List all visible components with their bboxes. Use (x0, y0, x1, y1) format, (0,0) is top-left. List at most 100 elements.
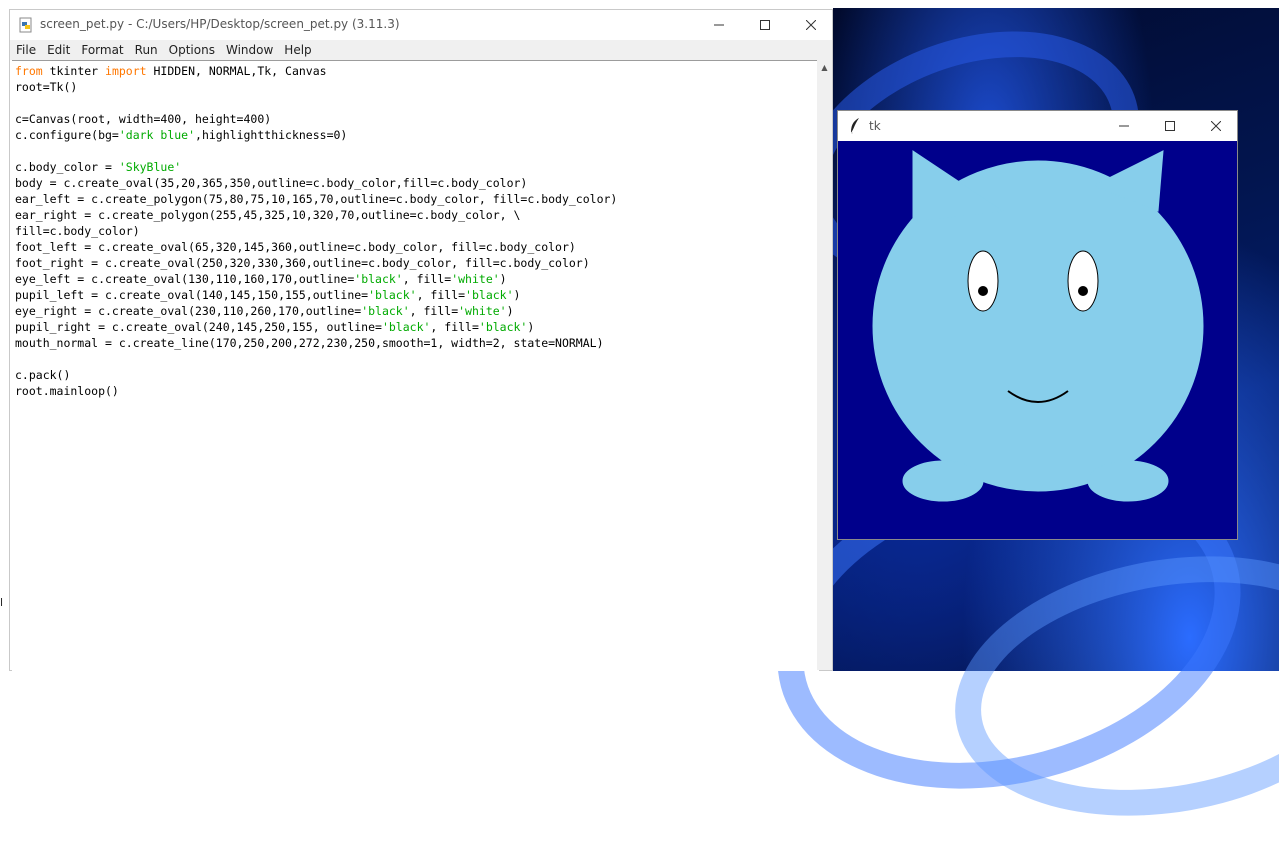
pet-foot-left (902, 460, 984, 502)
code-line: c.body_color = 'SkyBlue' (15, 159, 617, 175)
code-line: eye_right = c.create_oval(230,110,260,17… (15, 303, 617, 319)
code-keyword: from (15, 64, 43, 78)
menu-run[interactable]: Run (130, 43, 163, 57)
tk-titlebar[interactable]: tk (838, 111, 1237, 141)
maximize-icon (760, 20, 770, 30)
tk-maximize-button[interactable] (1147, 111, 1193, 141)
editor-menubar: File Edit Format Run Options Window Help (10, 40, 832, 60)
code-line: fill=c.body_color) (15, 223, 617, 239)
pet-pupil-left (978, 286, 988, 296)
left-edge-text: l (0, 596, 4, 609)
code-token: eye_left = c.create_oval(130,110,160,170… (15, 272, 355, 286)
code-line: c.configure(bg='dark blue',highlightthic… (15, 127, 617, 143)
menu-format[interactable]: Format (76, 43, 128, 57)
menu-options[interactable]: Options (164, 43, 220, 57)
code-token: , fill= (409, 304, 459, 318)
code-token: foot_left = c.create_oval(65,320,145,360… (15, 240, 576, 254)
code-token: ear_left = c.create_polygon(75,80,75,10,… (15, 192, 618, 206)
code-string: 'black' (354, 272, 403, 286)
close-icon (806, 20, 816, 30)
tk-window: tk (837, 110, 1238, 540)
code-token: body = c.create_oval(35,20,365,350,outli… (15, 176, 528, 190)
python-file-icon (19, 17, 32, 33)
code-line: c.pack() (15, 367, 617, 383)
code-line: body = c.create_oval(35,20,365,350,outli… (15, 175, 617, 191)
code-token: ) (527, 320, 535, 334)
editor-titlebar[interactable]: screen_pet.py - C:/Users/HP/Desktop/scre… (10, 10, 832, 40)
code-token: HIDDEN, NORMAL,Tk, Canvas (146, 64, 327, 78)
code-string: 'dark blue' (118, 128, 196, 142)
code-line: eye_left = c.create_oval(130,110,160,170… (15, 271, 617, 287)
code-line: pupil_left = c.create_oval(140,145,150,1… (15, 287, 617, 303)
code-string: 'black' (381, 320, 431, 334)
pet-pupil-right (1078, 286, 1088, 296)
vertical-scrollbar[interactable]: ▲ (817, 60, 832, 670)
code-token: c.pack() (15, 368, 71, 382)
code-editor[interactable]: from tkinter import HIDDEN, NORMAL,Tk, C… (12, 60, 819, 671)
code-token: c.body_color = (15, 160, 119, 174)
code-token: tkinter (42, 64, 106, 78)
code-string: 'black' (368, 288, 417, 302)
code-token: ) (513, 288, 521, 302)
code-string: 'black' (465, 288, 514, 302)
code-token: fill=c.body_color) (15, 224, 140, 238)
editor-window-title: screen_pet.py - C:/Users/HP/Desktop/scre… (40, 17, 400, 31)
code-line: ear_right = c.create_polygon(255,45,325,… (15, 207, 617, 223)
top-strip (0, 0, 1279, 8)
menu-file[interactable]: File (11, 43, 41, 57)
menu-edit[interactable]: Edit (42, 43, 75, 57)
code-line: ear_left = c.create_polygon(75,80,75,10,… (15, 191, 617, 207)
menu-help[interactable]: Help (279, 43, 316, 57)
idle-editor-window: screen_pet.py - C:/Users/HP/Desktop/scre… (9, 9, 833, 671)
code-token: mouth_normal = c.create_line(170,250,200… (15, 336, 604, 350)
left-edge: l (0, 0, 9, 671)
scroll-up-arrow-icon[interactable]: ▲ (817, 60, 832, 76)
code-token: , fill= (402, 272, 452, 286)
code-line: mouth_normal = c.create_line(170,250,200… (15, 335, 617, 351)
code-token: foot_right = c.create_oval(250,320,330,3… (15, 256, 590, 270)
pet-foot-right (1087, 460, 1169, 502)
code-line: from tkinter import HIDDEN, NORMAL,Tk, C… (15, 63, 617, 79)
code-line: foot_right = c.create_oval(250,320,330,3… (15, 255, 617, 271)
tk-close-button[interactable] (1193, 111, 1237, 141)
menu-window[interactable]: Window (221, 43, 278, 57)
code-line: foot_left = c.create_oval(65,320,145,360… (15, 239, 617, 255)
tk-minimize-button[interactable] (1101, 111, 1147, 141)
code-keyword: import (105, 64, 147, 78)
code-string: 'black' (361, 304, 410, 318)
code-string: 'white' (458, 304, 507, 318)
pet-canvas[interactable] (838, 141, 1238, 540)
code-string: 'SkyBlue' (118, 160, 182, 174)
code-token: , fill= (416, 288, 466, 302)
close-icon (1211, 121, 1221, 131)
code-token: ) (506, 304, 514, 318)
code-token: ear_right = c.create_polygon(255,45,325,… (15, 208, 521, 222)
code-token: root.mainloop() (15, 384, 119, 398)
feather-icon (850, 118, 859, 135)
code-token: eye_right = c.create_oval(230,110,260,17… (15, 304, 362, 318)
code-string: 'white' (451, 272, 500, 286)
close-button[interactable] (788, 10, 834, 40)
code-text: from tkinter import HIDDEN, NORMAL,Tk, C… (15, 63, 617, 399)
code-token: , fill= (430, 320, 479, 334)
code-line: root.mainloop() (15, 383, 617, 399)
pet-eye-left (967, 250, 999, 312)
code-token: c.configure(bg= (15, 128, 119, 142)
code-token: pupil_left = c.create_oval(140,145,150,1… (15, 288, 369, 302)
minimize-icon (1119, 125, 1129, 127)
tk-window-title: tk (869, 119, 881, 133)
minimize-button[interactable] (696, 10, 742, 40)
code-token: root=Tk() (15, 80, 78, 94)
code-line: root=Tk() (15, 79, 617, 95)
code-token: c=Canvas(root, width=400, height=400) (15, 112, 272, 126)
code-token: ,highlightthickness=0) (195, 128, 348, 142)
code-string: 'black' (478, 320, 528, 334)
pet-eye-right (1067, 250, 1099, 312)
maximize-button[interactable] (742, 10, 788, 40)
minimize-icon (714, 24, 724, 26)
code-token: pupil_right = c.create_oval(240,145,250,… (15, 320, 382, 334)
maximize-icon (1165, 121, 1175, 131)
